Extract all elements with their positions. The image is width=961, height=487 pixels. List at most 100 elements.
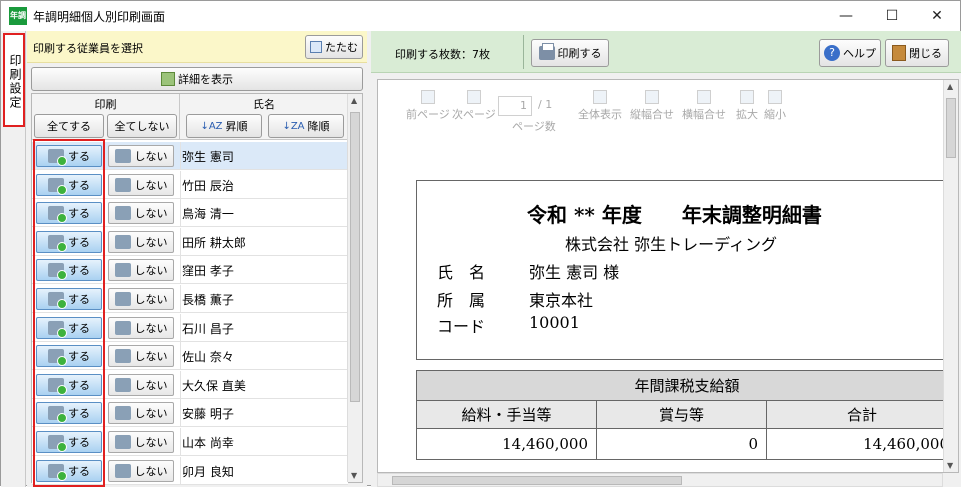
- print-button-label: 印刷する: [557, 47, 602, 60]
- col-bonus-header: 賞与等: [597, 401, 767, 429]
- employee-name: 卯月 良知: [182, 464, 234, 479]
- fit-width-icon: [697, 90, 711, 104]
- col-total-header: 合計: [767, 401, 957, 429]
- preview-panel: 印刷する枚数：7枚 印刷する ? ヘルプ 閉じる 前ページ 次ページ 1 / 1…: [371, 31, 961, 487]
- fit-width-button[interactable]: 横幅合せ: [682, 90, 726, 122]
- print-off-button[interactable]: しない: [108, 259, 174, 282]
- fit-height-button[interactable]: 縦幅合せ: [630, 90, 674, 122]
- print-off-button[interactable]: しない: [108, 345, 174, 368]
- row-divider: [180, 342, 181, 371]
- prev-page-label: 前ページ: [406, 108, 450, 121]
- viewer-vertical-scrollbar[interactable]: ▲ ▼: [943, 80, 958, 472]
- print-off-icon: [114, 177, 131, 192]
- next-page-button[interactable]: 次ページ: [452, 90, 496, 122]
- print-off-icon: [114, 149, 131, 163]
- print-off-button[interactable]: しない: [108, 202, 174, 225]
- select-none-button[interactable]: 全てしない: [107, 114, 177, 138]
- taxable-pay-table: 年間課税支給額 給料・手当等 賞与等 合計 14,460,000 0 14,46…: [416, 370, 957, 460]
- viewer-hscroll-thumb[interactable]: [392, 476, 682, 485]
- employee-name: 山本 尚幸: [182, 436, 234, 450]
- print-off-icon: [114, 234, 131, 249]
- help-button[interactable]: ? ヘルプ: [819, 39, 881, 67]
- grid-scroll-thumb[interactable]: [350, 112, 360, 402]
- page-number-input[interactable]: 1: [498, 96, 532, 116]
- row-divider: [180, 399, 181, 428]
- print-off-button[interactable]: しない: [108, 288, 174, 310]
- fold-button[interactable]: たたむ: [305, 35, 363, 59]
- panel-header: 印刷する従業員を選択 たたむ: [27, 31, 367, 63]
- zoom-in-icon: [740, 90, 754, 104]
- print-off-icon: [114, 377, 131, 392]
- minimize-button[interactable]: —: [823, 1, 869, 31]
- maximize-button[interactable]: ☐: [869, 1, 915, 31]
- viewer-horizontal-scrollbar[interactable]: [377, 473, 943, 487]
- print-off-button[interactable]: しない: [108, 230, 174, 253]
- sort-desc-label: 降順: [307, 120, 330, 133]
- print-off-label: しない: [134, 207, 168, 221]
- sort-asc-icon: ↓AZ: [200, 120, 223, 132]
- print-off-button[interactable]: しない: [108, 145, 174, 167]
- zoom-in-label: 拡大: [736, 108, 758, 121]
- print-button[interactable]: 印刷する: [531, 39, 609, 67]
- fit-all-button[interactable]: 全体表示: [578, 90, 622, 122]
- print-off-button[interactable]: しない: [108, 459, 174, 482]
- print-off-icon: [114, 206, 131, 221]
- close-button[interactable]: 閉じる: [885, 39, 949, 67]
- print-off-label: しない: [134, 436, 168, 449]
- print-off-label: しない: [134, 178, 168, 192]
- employee-name: 鳥海 清一: [182, 207, 234, 222]
- fit-height-label: 縦幅合せ: [630, 108, 674, 121]
- print-settings-tab[interactable]: 印刷設定: [3, 33, 25, 127]
- print-off-icon: [114, 320, 131, 335]
- print-off-button[interactable]: しない: [108, 402, 174, 425]
- grid-header: 印刷 全てする 全てしない 氏名 ↓AZ 昇順 ↓ZA 降順: [32, 94, 348, 140]
- prev-page-button[interactable]: 前ページ: [406, 90, 450, 122]
- grid-vertical-scrollbar[interactable]: ▲ ▼: [347, 94, 362, 482]
- print-off-icon: [114, 263, 131, 278]
- document-page: 令和 ** 年度 年末調整明細書 株式会社 弥生トレーディング 氏 名 弥生 憲司…: [416, 180, 956, 360]
- viewer-scroll-up-icon[interactable]: ▲: [947, 82, 953, 91]
- next-page-label: 次ページ: [452, 108, 496, 121]
- close-window-button[interactable]: ✕: [914, 1, 960, 31]
- next-page-icon: [466, 90, 481, 104]
- print-off-button[interactable]: しない: [108, 316, 174, 339]
- employee-name: 安藤 明子: [182, 407, 234, 422]
- bonus-value: 0: [597, 429, 767, 459]
- viewer-scroll-thumb[interactable]: [946, 98, 956, 158]
- sort-desc-icon: ↓ZA: [282, 120, 305, 132]
- print-off-label: しない: [134, 464, 168, 478]
- total-value: 14,460,000: [863, 435, 949, 453]
- panel-icon: [310, 41, 322, 53]
- fit-all-label: 全体表示: [578, 108, 622, 121]
- print-off-button[interactable]: しない: [108, 431, 174, 453]
- fit-height-icon: [645, 90, 659, 104]
- print-off-button[interactable]: しない: [108, 173, 174, 196]
- show-detail-button[interactable]: 詳細を表示: [31, 67, 363, 91]
- row-divider: [180, 256, 181, 285]
- employee-name: 竹田 辰治: [182, 178, 234, 193]
- print-off-button[interactable]: しない: [108, 373, 174, 396]
- print-off-label: しない: [134, 407, 168, 421]
- zoom-out-icon: [768, 90, 782, 104]
- preview-header: 印刷する枚数：7枚 印刷する ? ヘルプ 閉じる: [371, 31, 961, 73]
- sort-desc-button[interactable]: ↓ZA 降順: [268, 114, 344, 138]
- scroll-up-icon[interactable]: ▲: [351, 96, 357, 105]
- help-icon: ?: [824, 45, 840, 61]
- row-divider: [180, 142, 181, 170]
- zoom-out-button[interactable]: 縮小: [764, 90, 786, 122]
- zoom-out-label: 縮小: [764, 108, 786, 121]
- close-label: 閉じる: [909, 47, 942, 60]
- scroll-down-icon[interactable]: ▼: [351, 471, 357, 480]
- select-all-button[interactable]: 全てする: [34, 114, 104, 138]
- zoom-in-button[interactable]: 拡大: [736, 90, 758, 122]
- row-divider: [180, 170, 181, 199]
- row-divider: [180, 456, 181, 485]
- employee-select-panel: 印刷する従業員を選択 たたむ 詳細を表示 印刷 全てする 全てしない 氏名 ↓A…: [27, 31, 367, 487]
- print-off-icon: [114, 292, 131, 306]
- print-off-label: しない: [134, 150, 168, 163]
- viewer-scroll-down-icon[interactable]: ▼: [947, 461, 953, 470]
- row-divider: [180, 313, 181, 342]
- sort-asc-button[interactable]: ↓AZ 昇順: [186, 114, 262, 138]
- select-none-label: 全てしない: [114, 120, 170, 133]
- document-viewer: 前ページ 次ページ 1 / 1 ページ数 全体表示 縦幅合せ 横幅合せ 拡大 縮…: [377, 79, 959, 473]
